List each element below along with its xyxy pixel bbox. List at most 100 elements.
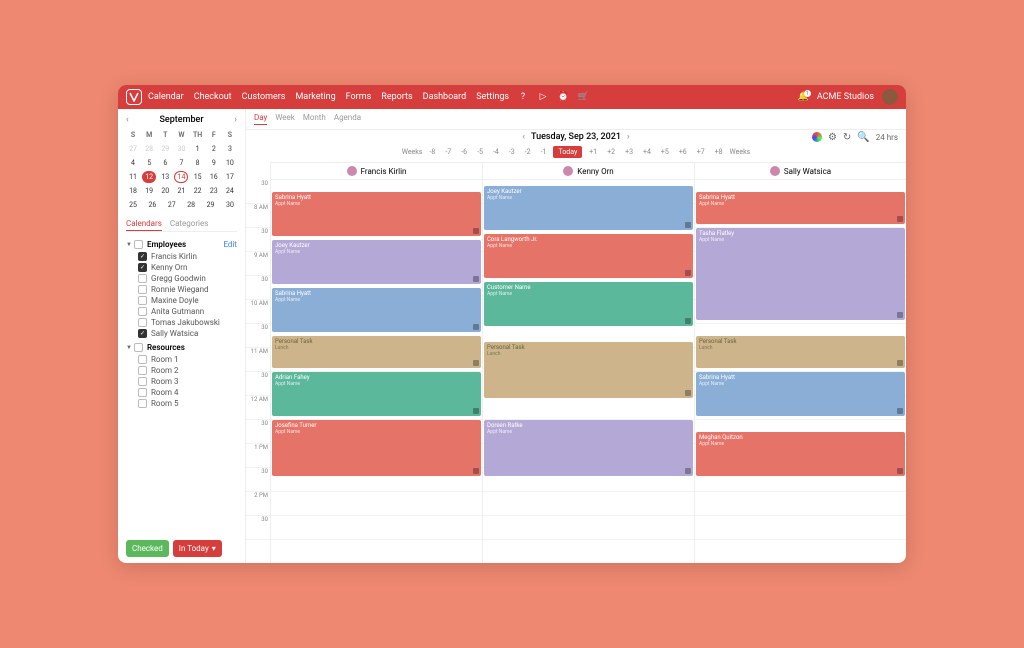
nav-reports[interactable]: Reports	[381, 92, 412, 102]
bell-icon[interactable]: 🔔1	[798, 92, 809, 102]
cal-day[interactable]: 12	[142, 171, 156, 183]
prev-day-icon[interactable]: ‹	[522, 132, 525, 142]
checkbox[interactable]	[138, 366, 147, 375]
appointment[interactable]: Customer NameAppt Name	[484, 282, 693, 326]
resources-checkbox[interactable]	[134, 343, 143, 352]
employee-column-header[interactable]: Sally Watsica	[694, 163, 906, 179]
calendar-column[interactable]: Sabrina HyattAppt Name Tasha FlatleyAppt …	[694, 180, 906, 563]
cal-day[interactable]: 13	[158, 171, 172, 183]
employee-item[interactable]: Maxine Doyle	[126, 295, 237, 306]
edit-link[interactable]: Edit	[223, 240, 237, 249]
cal-day[interactable]: 21	[174, 185, 188, 197]
appointment[interactable]: Personal TaskLunch	[272, 336, 481, 368]
cart-icon[interactable]: 🛒	[577, 91, 589, 103]
intoday-button[interactable]: In Today▾	[173, 540, 222, 557]
color-picker-icon[interactable]	[812, 132, 822, 142]
cal-day[interactable]: 14	[174, 171, 188, 183]
appointment[interactable]: Personal TaskLunch	[484, 342, 693, 398]
cal-day[interactable]: 22	[191, 185, 205, 197]
cal-day[interactable]: 4	[126, 157, 140, 169]
cal-day[interactable]: 27	[126, 143, 140, 155]
cal-day[interactable]: 30	[174, 143, 188, 155]
cal-day[interactable]: 29	[158, 143, 172, 155]
week-offset[interactable]: -8	[426, 147, 438, 157]
user-avatar[interactable]	[882, 89, 898, 105]
cal-day[interactable]: 30	[223, 199, 237, 211]
checkbox[interactable]	[138, 252, 147, 261]
hours-toggle[interactable]: 24 hrs	[876, 133, 898, 142]
cal-day[interactable]: 7	[174, 157, 188, 169]
week-offset[interactable]: -2	[522, 147, 534, 157]
cal-day[interactable]: 19	[142, 185, 156, 197]
week-offset[interactable]: +6	[676, 147, 690, 157]
week-offset[interactable]: +4	[640, 147, 654, 157]
appointment[interactable]: Sabrina HyattAppt Name	[696, 192, 905, 224]
nav-checkout[interactable]: Checkout	[194, 92, 232, 102]
view-tab-month[interactable]: Month	[303, 113, 326, 125]
week-offset[interactable]: +7	[694, 147, 708, 157]
nav-settings[interactable]: Settings	[476, 92, 509, 102]
employee-item[interactable]: Anita Gutmann	[126, 306, 237, 317]
cal-day[interactable]: 5	[142, 157, 156, 169]
cal-day[interactable]: 25	[126, 199, 140, 211]
prev-month-icon[interactable]: ‹	[126, 115, 129, 125]
cal-day[interactable]: 28	[142, 143, 156, 155]
week-offset[interactable]: +1	[586, 147, 600, 157]
employee-item[interactable]: Gregg Goodwin	[126, 273, 237, 284]
cal-day[interactable]: 16	[207, 171, 221, 183]
appointment[interactable]: Personal TaskLunch	[696, 336, 905, 368]
resource-item[interactable]: Room 4	[126, 387, 237, 398]
tab-calendars[interactable]: Calendars	[126, 219, 162, 231]
help-icon[interactable]: ?	[517, 91, 529, 103]
checkbox[interactable]	[138, 318, 147, 327]
appointment[interactable]: Josefina TurnerAppt Name	[272, 420, 481, 476]
cal-day[interactable]: 24	[223, 185, 237, 197]
cal-day[interactable]: 2	[207, 143, 221, 155]
week-offset[interactable]: +8	[712, 147, 726, 157]
cal-day[interactable]: 18	[126, 185, 140, 197]
resource-item[interactable]: Room 5	[126, 398, 237, 409]
calendar-column[interactable]: Joey KautzerAppt NameCora Langworth Jr.A…	[482, 180, 694, 563]
checkbox[interactable]	[138, 355, 147, 364]
next-day-icon[interactable]: ›	[627, 132, 630, 142]
calendar-column[interactable]: Sabrina HyattAppt NameJoey KautzerAppt N…	[270, 180, 482, 563]
checkbox[interactable]	[138, 399, 147, 408]
week-offset[interactable]: -5	[474, 147, 486, 157]
employee-column-header[interactable]: Francis Kirlin	[270, 163, 482, 179]
cal-day[interactable]: 28	[184, 199, 198, 211]
cal-day[interactable]: 17	[223, 171, 237, 183]
cal-day[interactable]: 11	[126, 171, 140, 183]
search-icon[interactable]: 🔍	[857, 132, 869, 143]
checkbox[interactable]	[138, 296, 147, 305]
employee-column-header[interactable]: Kenny Orn	[482, 163, 694, 179]
week-offset[interactable]: +3	[622, 147, 636, 157]
appointment[interactable]: Meghan QuitzonAppt Name	[696, 432, 905, 476]
nav-calendar[interactable]: Calendar	[148, 92, 184, 102]
cal-day[interactable]: 9	[207, 157, 221, 169]
cal-day[interactable]: 23	[207, 185, 221, 197]
checkbox[interactable]	[138, 388, 147, 397]
resources-header[interactable]: ▼ Resources	[126, 341, 237, 354]
tab-categories[interactable]: Categories	[170, 219, 209, 231]
appointment[interactable]: Joey KautzerAppt Name	[484, 186, 693, 230]
play-icon[interactable]: ▷	[537, 91, 549, 103]
week-offset[interactable]: +2	[604, 147, 618, 157]
checkbox[interactable]	[138, 274, 147, 283]
employees-checkbox[interactable]	[134, 240, 143, 249]
cal-day[interactable]: 26	[145, 199, 159, 211]
view-tab-agenda[interactable]: Agenda	[334, 113, 361, 125]
refresh-icon[interactable]: ↻	[843, 132, 851, 143]
week-offset[interactable]: +5	[658, 147, 672, 157]
resource-item[interactable]: Room 2	[126, 365, 237, 376]
company-name[interactable]: ACME Studios	[817, 92, 874, 102]
cal-day[interactable]: 3	[223, 143, 237, 155]
gear-icon[interactable]: ⚙	[828, 132, 837, 143]
appointment[interactable]: Sabrina HyattAppt Name	[272, 192, 481, 236]
employee-item[interactable]: Tomas Jakubowski	[126, 317, 237, 328]
appointment[interactable]: Tasha FlatleyAppt Name	[696, 228, 905, 320]
appointment[interactable]: Doreen RatkeAppt Name	[484, 420, 693, 476]
week-offset[interactable]: -6	[458, 147, 470, 157]
nav-customers[interactable]: Customers	[242, 92, 286, 102]
cal-day[interactable]: 8	[191, 157, 205, 169]
today-button[interactable]: Today	[553, 146, 582, 158]
